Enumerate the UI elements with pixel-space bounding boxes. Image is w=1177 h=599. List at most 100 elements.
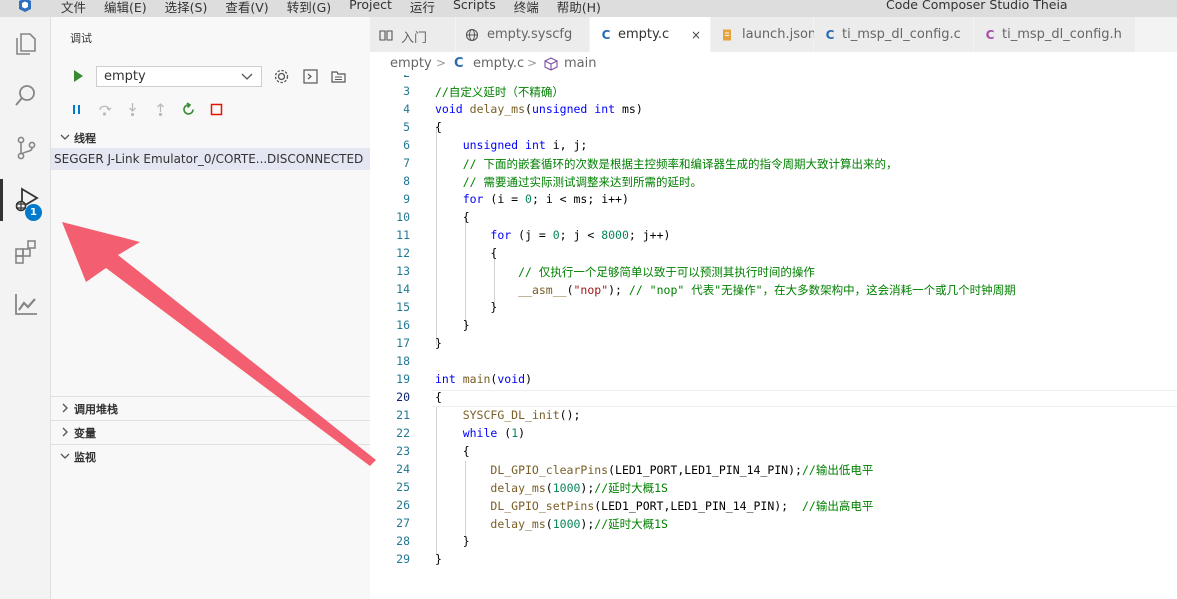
line-number: 12 [396, 246, 410, 260]
line-number: 23 [396, 444, 410, 458]
code-line[interactable]: for (i = 0; i < ms; i++) [435, 192, 629, 206]
code-line[interactable]: SYSCFG_DL_init(); [435, 408, 581, 422]
code-line[interactable]: } [435, 336, 442, 350]
thread-row[interactable]: SEGGER J-Link Emulator_0/CORTE... DISCON… [51, 148, 370, 170]
code-line[interactable]: void delay_ms(unsigned int ms) [435, 102, 643, 116]
tab-empty-syscfg[interactable]: empty.syscfg [456, 17, 590, 52]
analytics-icon[interactable] [13, 291, 39, 317]
code-line[interactable]: } [435, 300, 497, 314]
tab-label: ti_msp_dl_config.h [1002, 27, 1122, 42]
threads-label: 线程 [74, 132, 96, 145]
code-line[interactable]: // 下面的嵌套循环的次数是根据主控频率和编译器生成的指令周期大致计算出来的， [435, 156, 898, 172]
code-editor[interactable]: 23 //自定义延时（不精确） 4 void delay_ms(unsigned in… [370, 75, 1177, 599]
line-number: 27 [396, 516, 410, 530]
debug-side-panel: 调试 empty 线程 SEGGER J-Link Emulator_0/COR… [51, 17, 370, 599]
code-line[interactable]: DL_GPIO_clearPins(LED1_PORT,LED1_PIN_14_… [435, 462, 873, 478]
menu-items: 文件 编辑(E) 选择(S) 查看(V) 转到(G) Project 运行 Scripts 终端… [61, 0, 619, 16]
code-line[interactable]: } [435, 318, 470, 332]
menu-item[interactable]: 转到(G) [287, 0, 331, 16]
code-line[interactable]: { [435, 120, 442, 134]
menu-item[interactable]: Scripts [453, 0, 496, 16]
extensions-icon[interactable] [13, 239, 39, 265]
menu-item[interactable]: 选择(S) [165, 0, 208, 16]
breadcrumb-separator: > [527, 56, 538, 70]
menu-item[interactable]: 编辑(E) [104, 0, 147, 16]
code-line[interactable]: { [435, 246, 497, 260]
app-title: Code Composer Studio Theia [886, 0, 1068, 12]
line-number: 21 [396, 408, 410, 422]
code-line[interactable]: { [435, 210, 470, 224]
code-line[interactable]: unsigned int i, j; [435, 138, 588, 152]
active-indicator [0, 179, 3, 221]
source-control-icon[interactable] [13, 135, 39, 161]
menu-item[interactable]: 终端 [514, 0, 539, 16]
globe-icon [465, 28, 479, 42]
line-number: 8 [403, 174, 410, 188]
code-line[interactable]: int main(void) [435, 372, 532, 386]
line-number: 7 [403, 156, 410, 170]
tab-empty-c[interactable]: C empty.c × [590, 17, 711, 52]
tab-ti-msp-dl-config-c[interactable]: C ti_msp_dl_config.c [814, 17, 974, 52]
panel-title: 调试 [70, 32, 92, 45]
line-number: 11 [396, 228, 410, 242]
open-folder-icon[interactable] [330, 68, 347, 85]
code-line[interactable]: __asm__("nop"); // "nop" 代表"无操作"，在大多数架构中… [435, 282, 1015, 298]
line-number: 6 [403, 138, 410, 152]
breadcrumb-item[interactable]: main [564, 56, 596, 71]
code-line[interactable]: while (1) [435, 426, 525, 440]
breadcrumb-item[interactable]: empty.c [473, 56, 524, 71]
gear-icon[interactable] [273, 68, 290, 85]
watch-section-header[interactable]: 监视 [51, 444, 370, 467]
code-line[interactable]: } [435, 534, 470, 548]
call-stack-section-header[interactable]: 调用堆栈 [51, 396, 370, 419]
chevron-down-icon [241, 73, 253, 80]
watch-label: 监视 [74, 451, 96, 464]
line-number: 24 [396, 462, 410, 476]
code-line[interactable]: delay_ms(1000);//延时大概1S [435, 480, 668, 496]
line-number: 16 [396, 318, 410, 332]
code-line[interactable]: { [435, 444, 470, 458]
line-number: 4 [403, 102, 410, 116]
menu-item[interactable]: 帮助(H) [557, 0, 601, 16]
code-line[interactable]: for (j = 0; j < 8000; j++) [435, 228, 670, 242]
chevron-right-icon [62, 427, 68, 437]
line-number: 14 [396, 282, 410, 296]
variables-section-header[interactable]: 变量 [51, 420, 370, 443]
launch-config-select[interactable]: empty [96, 66, 262, 87]
menu-item[interactable]: 查看(V) [225, 0, 268, 16]
close-icon[interactable]: × [691, 28, 701, 42]
start-debugging-icon[interactable] [71, 69, 85, 83]
menu-item[interactable]: 运行 [410, 0, 435, 16]
menu-item[interactable]: Project [349, 0, 392, 16]
json-file-icon [723, 29, 731, 41]
stop-icon[interactable] [209, 102, 224, 117]
tab-launch-json[interactable]: launch.json [711, 17, 816, 52]
explorer-icon[interactable] [13, 30, 39, 56]
line-number: 28 [396, 534, 410, 548]
activity-bar: 1 [0, 17, 51, 599]
code-line[interactable]: } [435, 552, 442, 566]
tab-ti-msp-dl-config-h[interactable]: C ti_msp_dl_config.h [974, 17, 1136, 52]
step-into-icon[interactable] [125, 102, 140, 117]
restart-icon[interactable] [181, 102, 196, 117]
step-out-icon[interactable] [153, 102, 168, 117]
tab-getting-started[interactable]: 入门 [370, 17, 456, 52]
code-line[interactable]: // 需要通过实际测试调整来达到所需的延时。 [435, 174, 702, 190]
code-line[interactable]: DL_GPIO_setPins(LED1_PORT,LED1_PIN_14_PI… [435, 498, 873, 514]
code-line[interactable]: delay_ms(1000);//延时大概1S [435, 516, 668, 532]
line-number: 19 [396, 372, 410, 386]
tab-label: empty.c [618, 27, 670, 42]
debug-console-icon[interactable] [302, 68, 319, 85]
menu-item[interactable]: 文件 [61, 0, 86, 16]
code-line[interactable]: //自定义延时（不精确） [435, 84, 564, 100]
code-line[interactable]: // 仅执行一个足够简单以致于可以预测其执行时间的操作 [435, 264, 815, 280]
threads-section-header[interactable]: 线程 [51, 126, 370, 148]
step-over-icon[interactable] [97, 102, 112, 117]
breadcrumb-item[interactable]: empty [390, 56, 432, 71]
pause-icon[interactable] [69, 102, 84, 117]
search-icon[interactable] [13, 82, 39, 108]
code-line[interactable]: { [435, 390, 442, 404]
c-file-icon: C [825, 28, 835, 42]
chevron-right-icon [62, 403, 68, 413]
line-number: 2 [370, 75, 410, 80]
